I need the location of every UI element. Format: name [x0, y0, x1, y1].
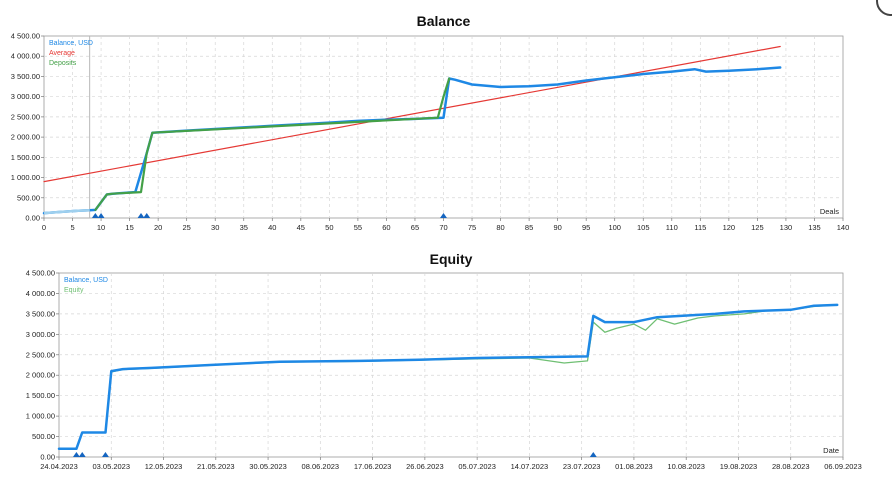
x-tick-label: 45 [297, 223, 305, 232]
x-tick-label: 23.07.2023 [563, 462, 601, 471]
x-tick-label: 110 [666, 223, 678, 232]
x-tick-label: 01.08.2023 [615, 462, 653, 471]
y-tick-label: 500.00 [17, 193, 40, 202]
x-tick-label: 06.09.2023 [824, 462, 862, 471]
balance-chart: Balance 0.00 500.00 1 000.00 1 500.00 2 000.0… [11, 13, 849, 232]
x-tick-label: 17.06.2023 [354, 462, 392, 471]
x-tick-label: 0 [42, 223, 46, 232]
x-tick-label: 120 [723, 223, 736, 232]
x-tick-label: 115 [694, 223, 706, 232]
x-tick-label: 35 [240, 223, 248, 232]
y-tick-label: 0.00 [40, 453, 55, 462]
x-tick-label: 135 [808, 223, 821, 232]
x-tick-label: 10 [97, 223, 105, 232]
x-tick-label: 12.05.2023 [145, 462, 183, 471]
x-tick-label: 05.07.2023 [458, 462, 496, 471]
x-tick-label: 125 [751, 223, 764, 232]
x-tick-label: 50 [325, 223, 333, 232]
y-tick-label: 500.00 [32, 432, 55, 441]
chart-title: Equity [430, 251, 473, 267]
x-axis-label: Date [823, 446, 839, 455]
x-tick-label: 5 [70, 223, 74, 232]
y-tick-label: 1 500.00 [26, 391, 55, 400]
legend-entry: Balance, USD [64, 277, 108, 284]
x-tick-label: 19.08.2023 [720, 462, 758, 471]
x-tick-label: 03.05.2023 [92, 462, 130, 471]
x-tick-label: 24.04.2023 [40, 462, 78, 471]
y-tick-label: 2 000.00 [11, 133, 40, 142]
y-tick-label: 3 000.00 [11, 92, 40, 101]
x-tick-label: 21.05.2023 [197, 462, 235, 471]
x-tick-label: 130 [780, 223, 793, 232]
legend-entry: Balance, USD [49, 40, 93, 47]
x-tick-label: 70 [439, 223, 447, 232]
y-tick-label: 4 000.00 [26, 289, 55, 298]
x-tick-label: 90 [553, 223, 561, 232]
x-tick-label: 140 [837, 223, 850, 232]
x-tick-label: 105 [637, 223, 650, 232]
x-tick-label: 14.07.2023 [511, 462, 549, 471]
x-tick-label: 80 [496, 223, 504, 232]
legend-entry: Equity [64, 287, 84, 294]
x-tick-label: 15 [125, 223, 133, 232]
y-tick-label: 3 500.00 [11, 72, 40, 81]
y-tick-label: 1 000.00 [11, 173, 40, 182]
y-tick-label: 0.00 [25, 214, 40, 223]
x-tick-label: 30 [211, 223, 219, 232]
x-tick-label: 40 [268, 223, 276, 232]
x-tick-label: 25 [183, 223, 191, 232]
x-tick-label: 28.08.2023 [772, 462, 810, 471]
x-tick-label: 10.08.2023 [667, 462, 705, 471]
equity-chart: Equity 0.00 500.00 1 000.00 1 500.00 2 000.00… [26, 251, 862, 471]
x-tick-label: 55 [354, 223, 362, 232]
x-tick-label: 95 [582, 223, 590, 232]
y-tick-label: 4 500.00 [26, 269, 55, 278]
y-tick-label: 2 500.00 [26, 350, 55, 359]
y-tick-label: 4 500.00 [11, 32, 40, 41]
report-canvas: Balance0.00500.001 000.001 500.002 000.0… [11, 13, 862, 471]
chart-title: Balance [417, 13, 471, 29]
x-tick-label: 75 [468, 223, 476, 232]
x-tick-label: 85 [525, 223, 533, 232]
x-tick-label: 08.06.2023 [302, 462, 340, 471]
x-tick-label: 20 [154, 223, 162, 232]
y-tick-label: 2 000.00 [26, 371, 55, 380]
y-tick-label: 1 500.00 [11, 153, 40, 162]
y-tick-label: 4 000.00 [11, 52, 40, 61]
plot-frame [58, 272, 844, 458]
y-tick-label: 2 500.00 [11, 112, 40, 121]
legend-entry: Deposits [49, 60, 77, 67]
y-tick-label: 1 000.00 [26, 412, 55, 421]
x-tick-label: 26.06.2023 [406, 462, 444, 471]
y-tick-label: 3 500.00 [26, 309, 55, 318]
x-tick-label: 100 [608, 223, 621, 232]
x-tick-label: 30.05.2023 [249, 462, 287, 471]
x-axis-label: Deals [820, 207, 839, 216]
x-tick-label: 60 [382, 223, 390, 232]
legend-entry: Average [49, 50, 75, 57]
x-tick-label: 65 [411, 223, 419, 232]
y-tick-label: 3 000.00 [26, 330, 55, 339]
